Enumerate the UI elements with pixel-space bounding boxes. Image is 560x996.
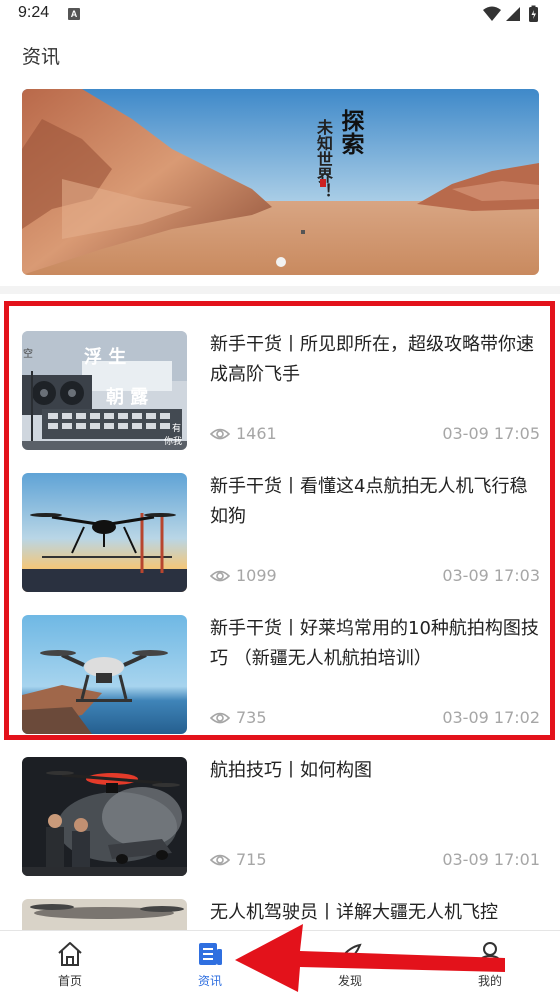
views-icon — [210, 570, 230, 582]
tab-label: 发现 — [337, 974, 362, 988]
article-thumbnail — [22, 615, 187, 734]
article-thumbnail — [22, 473, 187, 592]
tab-profile[interactable]: 我的 — [420, 931, 560, 996]
page-title: 资讯 — [22, 46, 61, 68]
status-icons — [483, 5, 538, 22]
article-thumbnail: 浮 生 朝 露 空 有 你我 — [22, 331, 187, 450]
home-icon — [58, 942, 82, 966]
thumbnail-overlay-text: 你我 — [164, 437, 183, 447]
article-title: 新手干货丨好莱坞常用的10种航拍构图技巧 （新疆无人机航拍培训） — [210, 618, 539, 669]
article-meta: 735 03-09 17:02 — [210, 708, 540, 728]
publish-date: 03-09 17:03 — [442, 566, 540, 585]
thumbnail-overlay-text: 朝 露 — [106, 387, 149, 408]
article-item[interactable]: 浮 生 朝 露 空 有 你我 新手干货丨所见即所在，超级攻略带你速成高阶飞手 1… — [0, 330, 560, 472]
views-icon — [210, 712, 230, 724]
banner-caption-main: 探索 — [337, 109, 364, 155]
thumbnail-overlay-text: 有 — [172, 424, 182, 434]
view-count: 735 — [236, 708, 267, 727]
article-meta: 715 03-09 17:01 — [210, 850, 540, 870]
article-item[interactable]: 航拍技巧丨如何构图 715 03-09 17:01 — [0, 756, 560, 898]
article-thumbnail — [22, 899, 187, 930]
article-item[interactable]: 新手干货丨看懂这4点航拍无人机飞行稳如狗 1099 03-09 17:03 — [0, 472, 560, 614]
tab-news[interactable]: 资讯 — [140, 931, 280, 996]
banner-seal-icon — [320, 179, 326, 187]
section-divider — [0, 286, 560, 294]
article-title: 新手干货丨所见即所在，超级攻略带你速成高阶飞手 — [210, 334, 534, 385]
tab-label: 我的 — [477, 974, 502, 988]
view-count: 1099 — [236, 566, 277, 585]
publish-date: 03-09 17:05 — [442, 424, 540, 443]
discover-icon — [340, 943, 362, 965]
article-title: 无人机驾驶员丨详解大疆无人机飞控 — [210, 902, 498, 923]
notification-icon: A — [68, 8, 80, 20]
article-meta: 1461 03-09 17:05 — [210, 424, 540, 444]
status-bar: 9:24 A — [0, 0, 560, 30]
article-meta: 1099 03-09 17:03 — [210, 566, 540, 586]
thumbnail-overlay-text: 空 — [23, 349, 33, 360]
article-title: 航拍技巧丨如何构图 — [210, 760, 372, 781]
tab-label: 首页 — [57, 974, 82, 988]
publish-date: 03-09 17:02 — [442, 708, 540, 727]
banner-image — [22, 89, 539, 275]
article-title: 新手干货丨看懂这4点航拍无人机飞行稳如狗 — [210, 476, 528, 527]
views-icon — [210, 428, 230, 440]
tab-label: 资讯 — [197, 974, 222, 988]
bottom-tab-bar: 首页 资讯 发现 我的 — [0, 930, 560, 996]
banner-carousel[interactable]: 探索 未知世界！ — [22, 89, 539, 275]
news-icon — [199, 943, 222, 965]
thumbnail-overlay-text: 浮 生 — [84, 347, 127, 368]
profile-icon — [478, 942, 502, 967]
tab-discover[interactable]: 发现 — [280, 931, 420, 996]
view-count: 1461 — [236, 424, 277, 443]
status-time: 9:24 — [18, 4, 50, 21]
article-item[interactable]: 无人机驾驶员丨详解大疆无人机飞控 — [0, 898, 560, 930]
article-thumbnail — [22, 757, 187, 876]
article-item[interactable]: 新手干货丨好莱坞常用的10种航拍构图技巧 （新疆无人机航拍培训） 735 03-… — [0, 614, 560, 756]
tab-home[interactable]: 首页 — [0, 931, 140, 996]
view-count: 715 — [236, 850, 267, 869]
wifi-icon — [483, 6, 501, 21]
carousel-dot[interactable] — [276, 257, 286, 267]
signal-icon — [506, 7, 520, 21]
publish-date: 03-09 17:01 — [442, 850, 540, 869]
views-icon — [210, 854, 230, 866]
